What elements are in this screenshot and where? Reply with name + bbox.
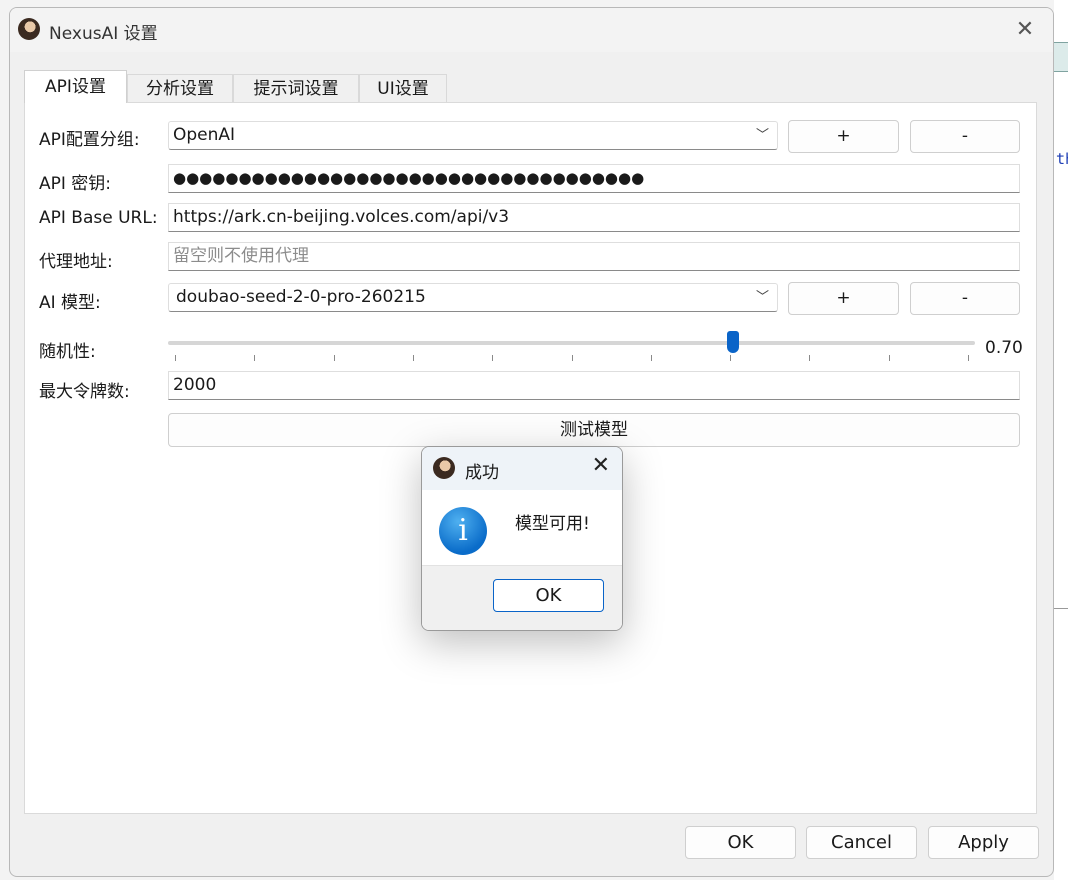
slider-tick bbox=[412, 355, 414, 361]
window-title: NexusAI 设置 bbox=[49, 24, 158, 44]
randomness-value: 0.70 bbox=[985, 338, 1023, 358]
background-strip bbox=[1054, 42, 1068, 72]
dialog-ok-button[interactable]: OK bbox=[493, 579, 604, 612]
slider-tick bbox=[571, 355, 573, 361]
tab-analysis-settings[interactable]: 分析设置 bbox=[127, 74, 233, 102]
slider-tick bbox=[968, 355, 969, 361]
add-group-button[interactable]: + bbox=[788, 120, 899, 153]
background-divider bbox=[1054, 608, 1068, 609]
slider-tick bbox=[888, 355, 890, 361]
cancel-button[interactable]: Cancel bbox=[806, 826, 917, 859]
add-model-button[interactable]: + bbox=[788, 282, 899, 315]
randomness-label: 随机性: bbox=[39, 342, 96, 362]
background-code-fragment: th bbox=[1056, 150, 1068, 168]
tab-ui-settings[interactable]: UI设置 bbox=[359, 74, 447, 102]
api-key-input[interactable]: ●●●●●●●●●●●●●●●●●●●●●●●●●●●●●●●●●●●● bbox=[168, 164, 1020, 193]
max-tokens-input[interactable]: 2000 bbox=[168, 371, 1020, 400]
base-url-input[interactable]: https://ark.cn-beijing.volces.com/api/v3 bbox=[168, 203, 1020, 232]
dialog-title: 成功 bbox=[465, 463, 499, 483]
dialog-message: 模型可用! bbox=[515, 514, 590, 534]
app-logo-icon bbox=[433, 457, 455, 479]
model-value: doubao-seed-2-0-pro-260215 bbox=[176, 287, 426, 307]
randomness-slider-track[interactable] bbox=[168, 341, 975, 345]
slider-tick bbox=[333, 355, 335, 361]
close-icon[interactable]: ✕ bbox=[1011, 16, 1039, 44]
title-bar[interactable]: NexusAI 设置 ✕ bbox=[10, 8, 1053, 52]
slider-tick bbox=[809, 355, 811, 361]
proxy-input[interactable]: 留空则不使用代理 bbox=[168, 242, 1020, 271]
chevron-down-icon: ﹀ bbox=[755, 128, 769, 143]
dialog-title-bar[interactable]: 成功 ✕ bbox=[422, 447, 622, 490]
remove-group-button[interactable]: - bbox=[910, 120, 1020, 153]
slider-tick bbox=[730, 355, 732, 361]
model-label: AI 模型: bbox=[39, 293, 101, 313]
tab-api-settings[interactable]: API设置 bbox=[24, 70, 127, 103]
settings-window: NexusAI 设置 ✕ API设置 分析设置 提示词设置 UI设置 API配置… bbox=[9, 7, 1054, 877]
success-dialog: 成功 ✕ i 模型可用! OK bbox=[421, 446, 623, 631]
apply-button[interactable]: Apply bbox=[928, 826, 1039, 859]
api-group-value: OpenAI bbox=[173, 125, 236, 145]
background-window bbox=[1054, 0, 1068, 880]
max-tokens-label: 最大令牌数: bbox=[39, 382, 130, 402]
app-logo-icon bbox=[18, 18, 40, 40]
model-select[interactable]: doubao-seed-2-0-pro-260215 ﹀ bbox=[168, 283, 778, 312]
chevron-down-icon: ﹀ bbox=[755, 290, 769, 305]
group-label: API配置分组: bbox=[39, 130, 140, 150]
info-icon: i bbox=[439, 507, 487, 555]
randomness-slider-handle[interactable] bbox=[726, 331, 739, 353]
tab-prompt-settings[interactable]: 提示词设置 bbox=[233, 74, 359, 102]
base-url-label: API Base URL: bbox=[39, 208, 158, 228]
dialog-footer: OK bbox=[422, 565, 622, 630]
close-icon[interactable]: ✕ bbox=[592, 453, 610, 478]
test-model-button[interactable]: 测试模型 bbox=[168, 413, 1020, 447]
api-key-label: API 密钥: bbox=[39, 174, 112, 194]
proxy-label: 代理地址: bbox=[39, 252, 113, 272]
slider-tick bbox=[492, 355, 494, 361]
remove-model-button[interactable]: - bbox=[910, 282, 1020, 315]
slider-tick bbox=[175, 355, 176, 361]
ok-button[interactable]: OK bbox=[685, 826, 796, 859]
slider-tick bbox=[650, 355, 652, 361]
slider-tick bbox=[254, 355, 256, 361]
api-group-select[interactable]: OpenAI ﹀ bbox=[168, 121, 778, 150]
